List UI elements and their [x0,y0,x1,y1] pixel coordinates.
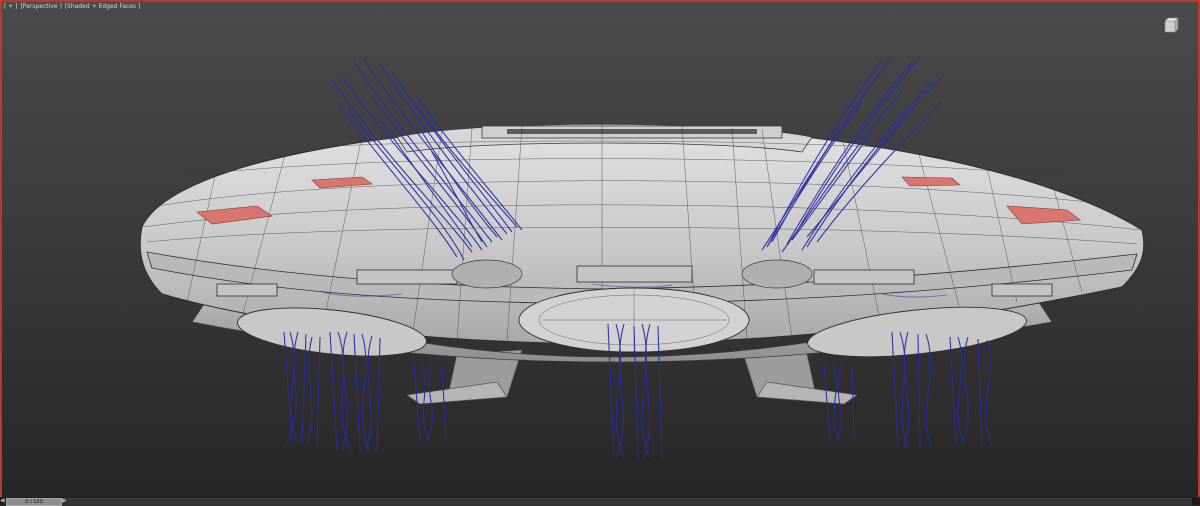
viewport-view-label[interactable]: [Perspective ] [20,3,61,10]
viewport-menu-label[interactable]: [ + ] [4,3,18,10]
perspective-viewport[interactable]: [ + ] [Perspective ] [Shaded + Edged Fac… [0,0,1200,499]
saucer-model-scene[interactable] [2,2,1198,497]
right-arrow-icon[interactable]: ▶ [62,497,67,505]
time-slider[interactable]: ◀ 0 / 100 ▶ [0,497,1200,506]
left-arrow-icon[interactable]: ◀ [0,497,5,505]
viewport-shading-label[interactable]: [Shaded + Edged Faces ] [65,3,141,10]
viewcube-icon[interactable] [1162,16,1180,34]
time-slider-track[interactable] [6,498,1192,505]
viewport-label-bar: [ + ] [Perspective ] [Shaded + Edged Fac… [4,3,141,11]
